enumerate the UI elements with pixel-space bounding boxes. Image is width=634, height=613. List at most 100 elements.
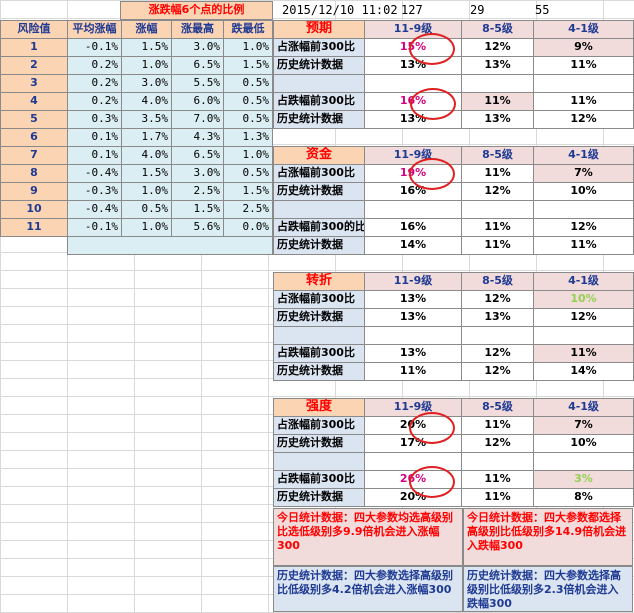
value-cell[interactable]: 3%: [533, 470, 634, 489]
value-cell[interactable]: 7%: [533, 164, 634, 183]
header-avg[interactable]: 平均涨幅: [67, 20, 122, 39]
left-data-cell[interactable]: 3.0%: [121, 74, 172, 93]
timestamp-cell[interactable]: 2015/12/10 11:02: [282, 3, 398, 17]
value-cell[interactable]: 11%: [533, 236, 634, 255]
risk-value-cell[interactable]: 9: [0, 182, 68, 201]
left-data-cell[interactable]: -0.1%: [67, 218, 122, 237]
risk-value-cell[interactable]: 3: [0, 74, 68, 93]
left-data-cell[interactable]: 5.5%: [171, 74, 224, 93]
left-data-cell[interactable]: 7.0%: [171, 110, 224, 129]
left-data-cell[interactable]: -0.4%: [67, 200, 122, 219]
section-gap-cell[interactable]: [461, 326, 534, 345]
left-data-cell[interactable]: 0.5%: [223, 110, 273, 129]
risk-value-cell[interactable]: 10: [0, 200, 68, 219]
col-header-low[interactable]: 4-1级: [533, 146, 634, 165]
value-cell[interactable]: 14%: [533, 362, 634, 381]
value-cell[interactable]: 16%: [364, 218, 462, 237]
section-gap-cell[interactable]: [533, 326, 634, 345]
section-gap-cell[interactable]: [461, 74, 534, 93]
header-rise[interactable]: 涨幅: [121, 20, 172, 39]
section-title-yuqi[interactable]: 预期: [273, 20, 365, 39]
left-data-cell[interactable]: 0.2%: [67, 92, 122, 111]
left-data-cell[interactable]: 1.5%: [223, 182, 273, 201]
value-cell[interactable]: 9%: [533, 38, 634, 57]
left-data-cell[interactable]: 1.0%: [121, 182, 172, 201]
value-cell[interactable]: 8%: [533, 488, 634, 507]
left-data-cell[interactable]: 4.3%: [171, 128, 224, 147]
row-label[interactable]: 占跌幅前300比: [273, 344, 365, 363]
value-cell[interactable]: 12%: [461, 38, 534, 57]
value-cell[interactable]: 10%: [533, 182, 634, 201]
row-label[interactable]: 占涨幅前300比: [273, 416, 365, 435]
row-label[interactable]: 占涨幅前300比: [273, 164, 365, 183]
row-label[interactable]: 历史统计数据: [273, 362, 365, 381]
col-header-mid[interactable]: 8-5级: [461, 20, 534, 39]
section-gap-cell[interactable]: [461, 200, 534, 219]
left-data-cell[interactable]: 0.3%: [67, 110, 122, 129]
left-data-cell[interactable]: 2.5%: [223, 200, 273, 219]
left-data-cell[interactable]: 1.0%: [223, 146, 273, 165]
value-cell[interactable]: 11%: [364, 362, 462, 381]
left-data-cell[interactable]: 4.0%: [121, 146, 172, 165]
header-high[interactable]: 涨最高: [171, 20, 224, 39]
value-cell[interactable]: 11%: [461, 488, 534, 507]
value-cell[interactable]: 11%: [461, 236, 534, 255]
value-cell[interactable]: 11%: [461, 416, 534, 435]
col-header-low[interactable]: 4-1级: [533, 398, 634, 417]
value-cell[interactable]: 12%: [461, 182, 534, 201]
left-data-cell[interactable]: 1.0%: [121, 218, 172, 237]
left-data-cell[interactable]: 3.5%: [121, 110, 172, 129]
today-summary-left[interactable]: 今日统计数据：四大参数均选高级别比选低级别多9.9倍机会进入涨幅300: [273, 508, 463, 566]
row-label[interactable]: 占跌幅前300的比: [273, 218, 365, 237]
left-data-cell[interactable]: 1.5%: [223, 56, 273, 75]
section-title-zijin[interactable]: 资金: [273, 146, 365, 165]
col-header-mid[interactable]: 8-5级: [461, 146, 534, 165]
risk-value-cell[interactable]: 4: [0, 92, 68, 111]
value-cell[interactable]: 14%: [364, 236, 462, 255]
section-gap-cell[interactable]: [533, 452, 634, 471]
left-data-cell[interactable]: -0.3%: [67, 182, 122, 201]
left-data-cell[interactable]: 1.5%: [121, 38, 172, 57]
section-gap-cell[interactable]: [533, 74, 634, 93]
left-data-cell[interactable]: 4.0%: [121, 92, 172, 111]
value-cell[interactable]: 13%: [364, 308, 462, 327]
section-gap-cell[interactable]: [461, 452, 534, 471]
left-data-cell[interactable]: 0.2%: [67, 56, 122, 75]
section-gap-cell[interactable]: [364, 326, 462, 345]
value-cell[interactable]: 12%: [461, 290, 534, 309]
col-header-mid[interactable]: 8-5级: [461, 398, 534, 417]
left-data-cell[interactable]: 2.5%: [171, 182, 224, 201]
value-cell[interactable]: 12%: [461, 362, 534, 381]
risk-value-cell[interactable]: 7: [0, 146, 68, 165]
section-gap-cell[interactable]: [364, 452, 462, 471]
col-header-mid[interactable]: 8-5级: [461, 272, 534, 291]
risk-value-cell[interactable]: 6: [0, 128, 68, 147]
value-cell[interactable]: 10%: [533, 290, 634, 309]
left-data-cell[interactable]: 1.3%: [223, 128, 273, 147]
left-table-banner[interactable]: 涨跌幅6个点的比例: [120, 1, 273, 20]
risk-value-cell[interactable]: 5: [0, 110, 68, 129]
section-gap-cell[interactable]: [364, 74, 462, 93]
value-cell[interactable]: 13%: [364, 344, 462, 363]
section-gap-row[interactable]: [273, 326, 365, 345]
section-gap-row[interactable]: [273, 74, 365, 93]
row-label[interactable]: 占跌幅前300比: [273, 470, 365, 489]
row-label[interactable]: 历史统计数据: [273, 56, 365, 75]
risk-value-cell[interactable]: 2: [0, 56, 68, 75]
header-risk[interactable]: 风险值: [0, 20, 68, 39]
value-cell[interactable]: 13%: [364, 290, 462, 309]
value-cell[interactable]: 12%: [461, 434, 534, 453]
left-data-cell[interactable]: 0.1%: [67, 146, 122, 165]
col-header-high[interactable]: 11-9级: [364, 272, 462, 291]
risk-value-cell[interactable]: 11: [0, 218, 68, 237]
count-cell-3[interactable]: 55: [535, 3, 549, 17]
left-data-cell[interactable]: -0.1%: [67, 38, 122, 57]
risk-value-cell[interactable]: 1: [0, 38, 68, 57]
left-data-cell[interactable]: 0.5%: [121, 200, 172, 219]
row-label[interactable]: 历史统计数据: [273, 434, 365, 453]
value-cell[interactable]: 11%: [461, 164, 534, 183]
value-cell[interactable]: 12%: [533, 308, 634, 327]
section-gap-row[interactable]: [273, 452, 365, 471]
value-cell[interactable]: 11%: [533, 92, 634, 111]
left-data-cell[interactable]: 0.1%: [67, 128, 122, 147]
